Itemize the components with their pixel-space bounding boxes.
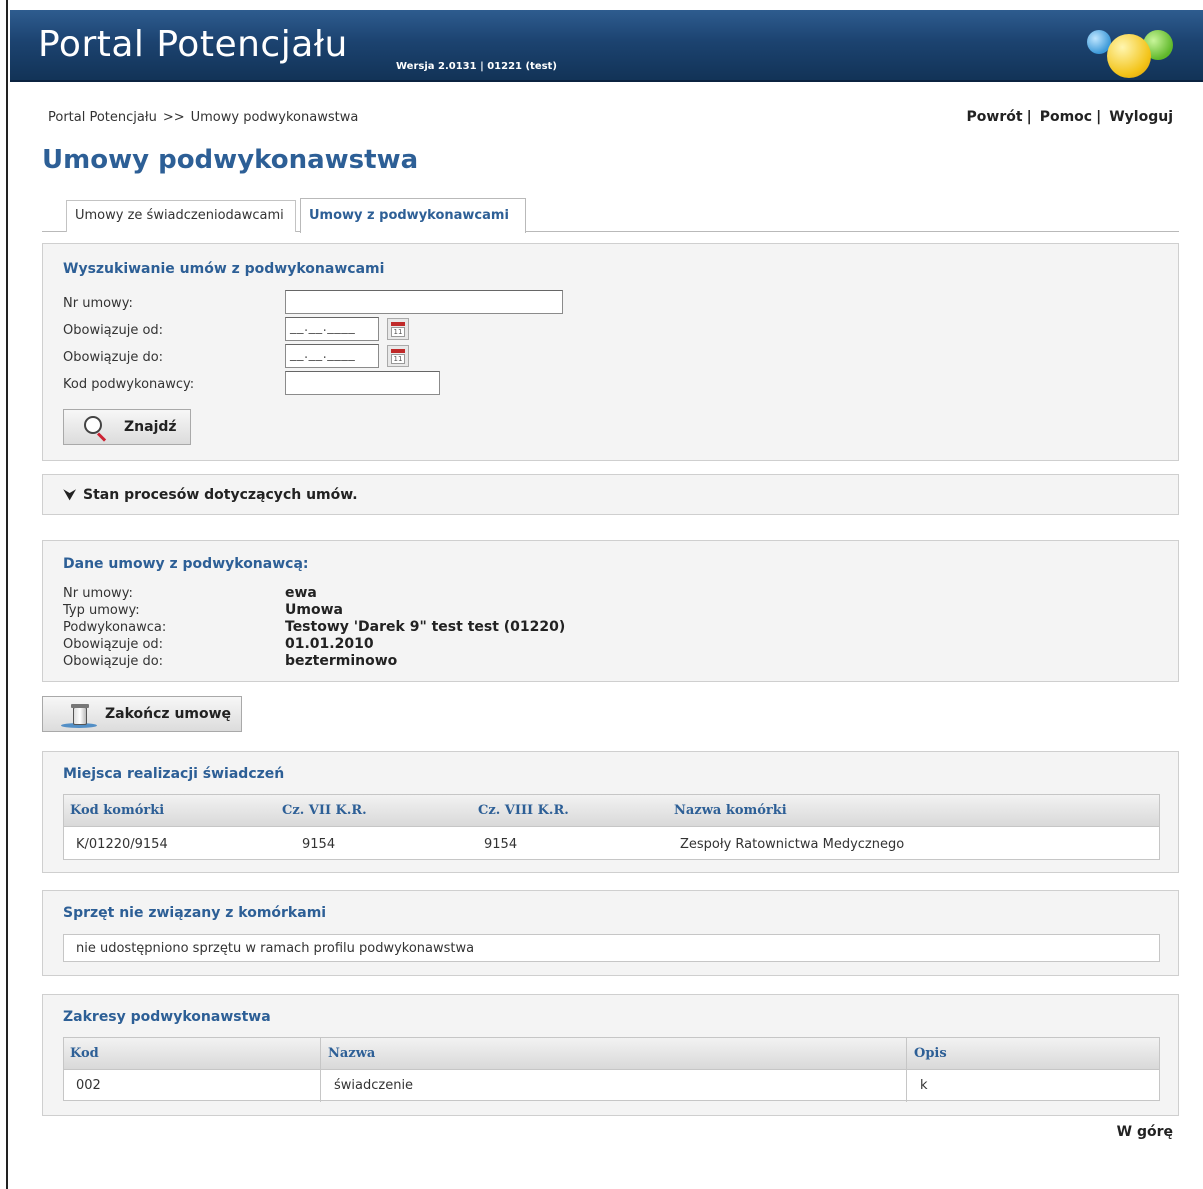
find-button[interactable]: Znajdź (63, 409, 191, 445)
top-links: Powrót | Pomoc | Wyloguj (967, 109, 1173, 125)
process-status-label: Stan procesów dotyczących umów. (83, 487, 358, 503)
detail-value: Umowa (285, 602, 343, 618)
yellow-ball-icon (1107, 34, 1151, 78)
column-divider (320, 1038, 321, 1102)
subcontractor-code-label: Kod podwykonawcy: (63, 377, 195, 392)
locations-panel: Miejsca realizacji świadczeń Kod komórki… (42, 751, 1179, 873)
detail-label: Obowiązuje od: (63, 637, 164, 652)
column-header[interactable]: Cz. VII K.R. (282, 803, 367, 818)
valid-from-label: Obowiązuje od: (63, 323, 164, 338)
column-header[interactable]: Nazwa komórki (674, 803, 787, 818)
link-separator: | (1026, 109, 1032, 125)
tab-provider-contracts[interactable]: Umowy ze świadczeniodawcami (66, 200, 296, 232)
help-link[interactable]: Pomoc (1040, 109, 1092, 125)
logo-balls-icon (1087, 28, 1197, 78)
equipment-message: nie udostępniono sprzętu w ramach profil… (76, 941, 475, 956)
equipment-panel: Sprzęt nie związany z komórkami nie udos… (42, 890, 1179, 976)
contract-details-panel: Dane umowy z podwykonawcą: Nr umowy: ewa… (42, 540, 1179, 682)
column-header[interactable]: Kod (70, 1046, 99, 1061)
detail-label: Podwykonawca: (63, 620, 167, 635)
contract-no-input[interactable] (285, 290, 563, 314)
valid-to-label: Obowiązuje do: (63, 350, 164, 365)
back-link[interactable]: Powrót (967, 109, 1023, 125)
detail-value: ewa (285, 585, 317, 601)
detail-label: Typ umowy: (63, 603, 140, 618)
calendar-icon[interactable]: 11 (387, 318, 409, 340)
page-title: Umowy podwykonawstwa (42, 145, 419, 175)
app-title: Portal Potencjału (38, 24, 348, 65)
table-cell: Zespoły Ratownictwa Medycznego (680, 837, 905, 852)
scopes-panel: Zakresy podwykonawstwa Kod Nazwa Opis 00… (42, 994, 1179, 1116)
scopes-table: Kod Nazwa Opis 002 świadczenie k (63, 1037, 1160, 1102)
equipment-title: Sprzęt nie związany z komórkami (63, 905, 327, 921)
column-divider (906, 1038, 907, 1102)
table-header: Kod komórki Cz. VII K.R. Cz. VIII K.R. N… (64, 795, 1159, 827)
end-contract-button[interactable]: Zakończ umowę (42, 696, 242, 732)
process-status-section[interactable]: ⮟ Stan procesów dotyczących umów. (42, 474, 1179, 515)
locations-table: Kod komórki Cz. VII K.R. Cz. VIII K.R. N… (63, 794, 1160, 860)
detail-value: Testowy 'Darek 9" test test (01220) (285, 619, 566, 635)
column-header[interactable]: Kod komórki (70, 803, 164, 818)
detail-label: Nr umowy: (63, 586, 133, 601)
chevron-down-icon[interactable]: ⮟ (63, 485, 77, 505)
tab-subcontractor-contracts[interactable]: Umowy z podwykonawcami (300, 198, 526, 233)
detail-value: bezterminowo (285, 653, 398, 669)
subcontractor-code-input[interactable] (285, 371, 440, 395)
end-contract-label: Zakończ umowę (105, 706, 232, 722)
valid-from-input[interactable]: __.__.____ (285, 317, 379, 341)
search-icon (84, 416, 108, 442)
scopes-title: Zakresy podwykonawstwa (63, 1009, 271, 1025)
contract-no-label: Nr umowy: (63, 296, 133, 311)
app-version: Wersja 2.0131 | 01221 (test) (396, 61, 557, 72)
breadcrumb-home[interactable]: Portal Potencjału (48, 110, 157, 125)
table-cell: 002 (76, 1078, 101, 1093)
search-title: Wyszukiwanie umów z podwykonawcami (63, 261, 385, 277)
valid-to-input[interactable]: __.__.____ (285, 344, 379, 368)
tab-bar: Umowy ze świadczeniodawcami Umowy z podw… (42, 198, 1179, 233)
breadcrumb-separator: >> (162, 110, 185, 125)
search-panel: Wyszukiwanie umów z podwykonawcami Nr um… (42, 243, 1179, 461)
table-cell: 9154 (484, 837, 518, 852)
column-header[interactable]: Opis (914, 1046, 947, 1061)
table-cell: K/01220/9154 (76, 837, 168, 852)
detail-label: Obowiązuje do: (63, 654, 164, 669)
table-header: Kod Nazwa Opis (64, 1038, 1159, 1070)
calendar-icon[interactable]: 11 (387, 345, 409, 367)
back-to-top-link[interactable]: W górę (1117, 1124, 1173, 1140)
details-title: Dane umowy z podwykonawcą: (63, 556, 309, 572)
bin-icon (61, 703, 97, 729)
table-cell: 9154 (302, 837, 336, 852)
logout-link[interactable]: Wyloguj (1109, 109, 1173, 125)
table-cell: świadczenie (334, 1078, 414, 1093)
table-cell: k (920, 1078, 928, 1093)
find-button-label: Znajdź (124, 419, 177, 435)
column-header[interactable]: Nazwa (328, 1046, 375, 1061)
app-header: Portal Potencjału Wersja 2.0131 | 01221 … (10, 10, 1203, 82)
page-left-border (0, 0, 8, 1189)
column-header[interactable]: Cz. VIII K.R. (478, 803, 569, 818)
breadcrumb-current: Umowy podwykonawstwa (190, 110, 359, 125)
detail-value: 01.01.2010 (285, 636, 374, 652)
equipment-message-box: nie udostępniono sprzętu w ramach profil… (63, 934, 1160, 962)
link-separator: | (1096, 109, 1102, 125)
breadcrumb: Portal Potencjału >> Umowy podwykonawstwa (48, 110, 364, 125)
locations-title: Miejsca realizacji świadczeń (63, 766, 285, 782)
